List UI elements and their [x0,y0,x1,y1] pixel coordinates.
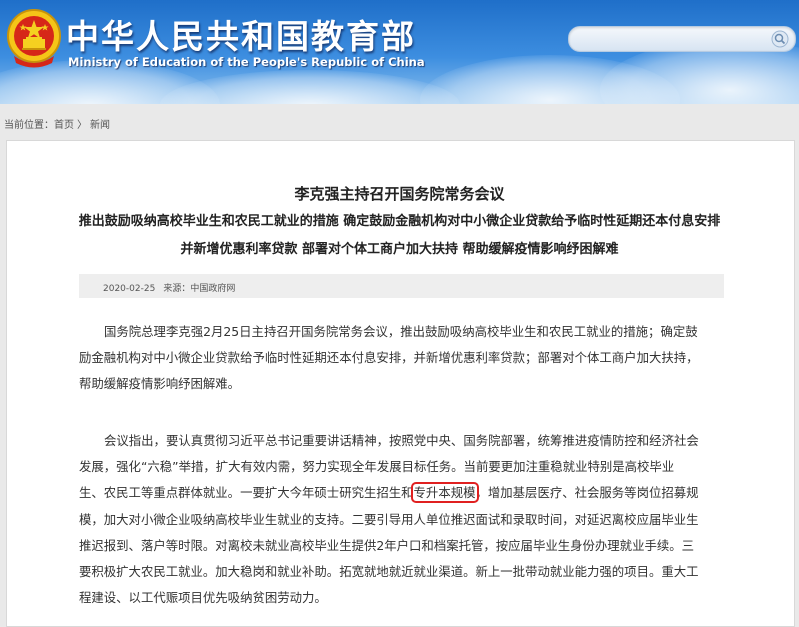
breadcrumb-news-link[interactable]: 新闻 [90,120,110,131]
breadcrumb-separator: 〉 [77,120,87,131]
paragraph-line: 程建设、以工代赈项目优先吸纳贫困劳动力。 [79,590,327,606]
breadcrumb-prefix: 当前位置： [4,120,54,131]
paragraph-line: 帮助缓解疫情影响纾困解难。 [79,376,241,392]
site-header: 中华人民共和国教育部 Ministry of Education of the … [0,0,799,104]
article-subtitle-line: 推出鼓励吸纳高校毕业生和农民工就业的措施 确定鼓励金融机构对中小微企业贷款给予临… [78,214,721,229]
national-emblem-icon [7,9,61,68]
search-input[interactable] [581,30,765,49]
article-date: 2020-02-25 [103,284,156,294]
article-source: 来源：中国政府网 [163,284,236,294]
search-icon[interactable] [771,30,789,48]
paragraph-line: 国务院总理李克强2月25日主持召开国务院常务会议，推出鼓励吸纳高校毕业生和农民工… [104,324,698,339]
paragraph-text: ，增加基层医疗、社会服务等岗位招募规 [475,485,699,501]
article-subtitle-line: 并新增优惠利率贷款 部署对个体工商户加大扶持 帮助缓解疫情影响纾困解难 [180,242,619,257]
article-paragraph: 会议指出，要认真贯彻习近平总书记重要讲话精神，按照党中央、国务院部署，统筹推进疫… [79,428,724,611]
breadcrumb-home-link[interactable]: 首页 [54,120,74,131]
paragraph-line: 要积极扩大农民工就业。加大稳岗和就业补助。拓宽就地就近就业渠道。新上一批带动就业… [79,564,699,580]
paragraph-line: 会议指出，要认真贯彻习近平总书记重要讲话精神，按照党中央、国务院部署，统筹推进疫… [104,433,699,448]
highlighted-phrase: 专升本规模 [410,482,479,504]
paragraph-line: 推迟报到、落户等时限。对离校未就业高校毕业生提供2年户口和档案托管，按应届毕业生… [79,537,695,553]
site-subtitle: Ministry of Education of the People's Re… [68,55,425,69]
paragraph-line: 模，加大对小微企业吸纳高校毕业生就业的支持。二要引导用人单位推迟面试和录取时间，… [79,511,699,527]
article-title: 李克强主持召开国务院常务会议 [294,185,505,203]
cloud-decoration [160,70,460,104]
paragraph-line: 生、农民工等重点群体就业。一要扩大今年硕士研究生招生和专升本规模，增加基层医疗、… [79,480,724,506]
site-title: 中华人民共和国教育部 [66,17,416,56]
paragraph-text: 生、农民工等重点群体就业。一要扩大今年硕士研究生招生和 [79,485,414,501]
paragraph-line: 发展，强化“六稳”举措，扩大有效内需，努力实现全年发展目标任务。当前要更加注重稳… [79,459,675,475]
search-box [568,26,796,52]
paragraph-line: 励金融机构对中小微企业贷款给予临时性延期还本付息安排，并新增优惠利率贷款；部署对… [79,350,699,366]
article-meta-bar: 2020-02-25 来源：中国政府网 [79,274,724,298]
breadcrumb: 当前位置：首页〉新闻 [0,104,799,138]
article-paragraph: 国务院总理李克强2月25日主持召开国务院常务会议，推出鼓励吸纳高校毕业生和农民工… [79,319,724,398]
